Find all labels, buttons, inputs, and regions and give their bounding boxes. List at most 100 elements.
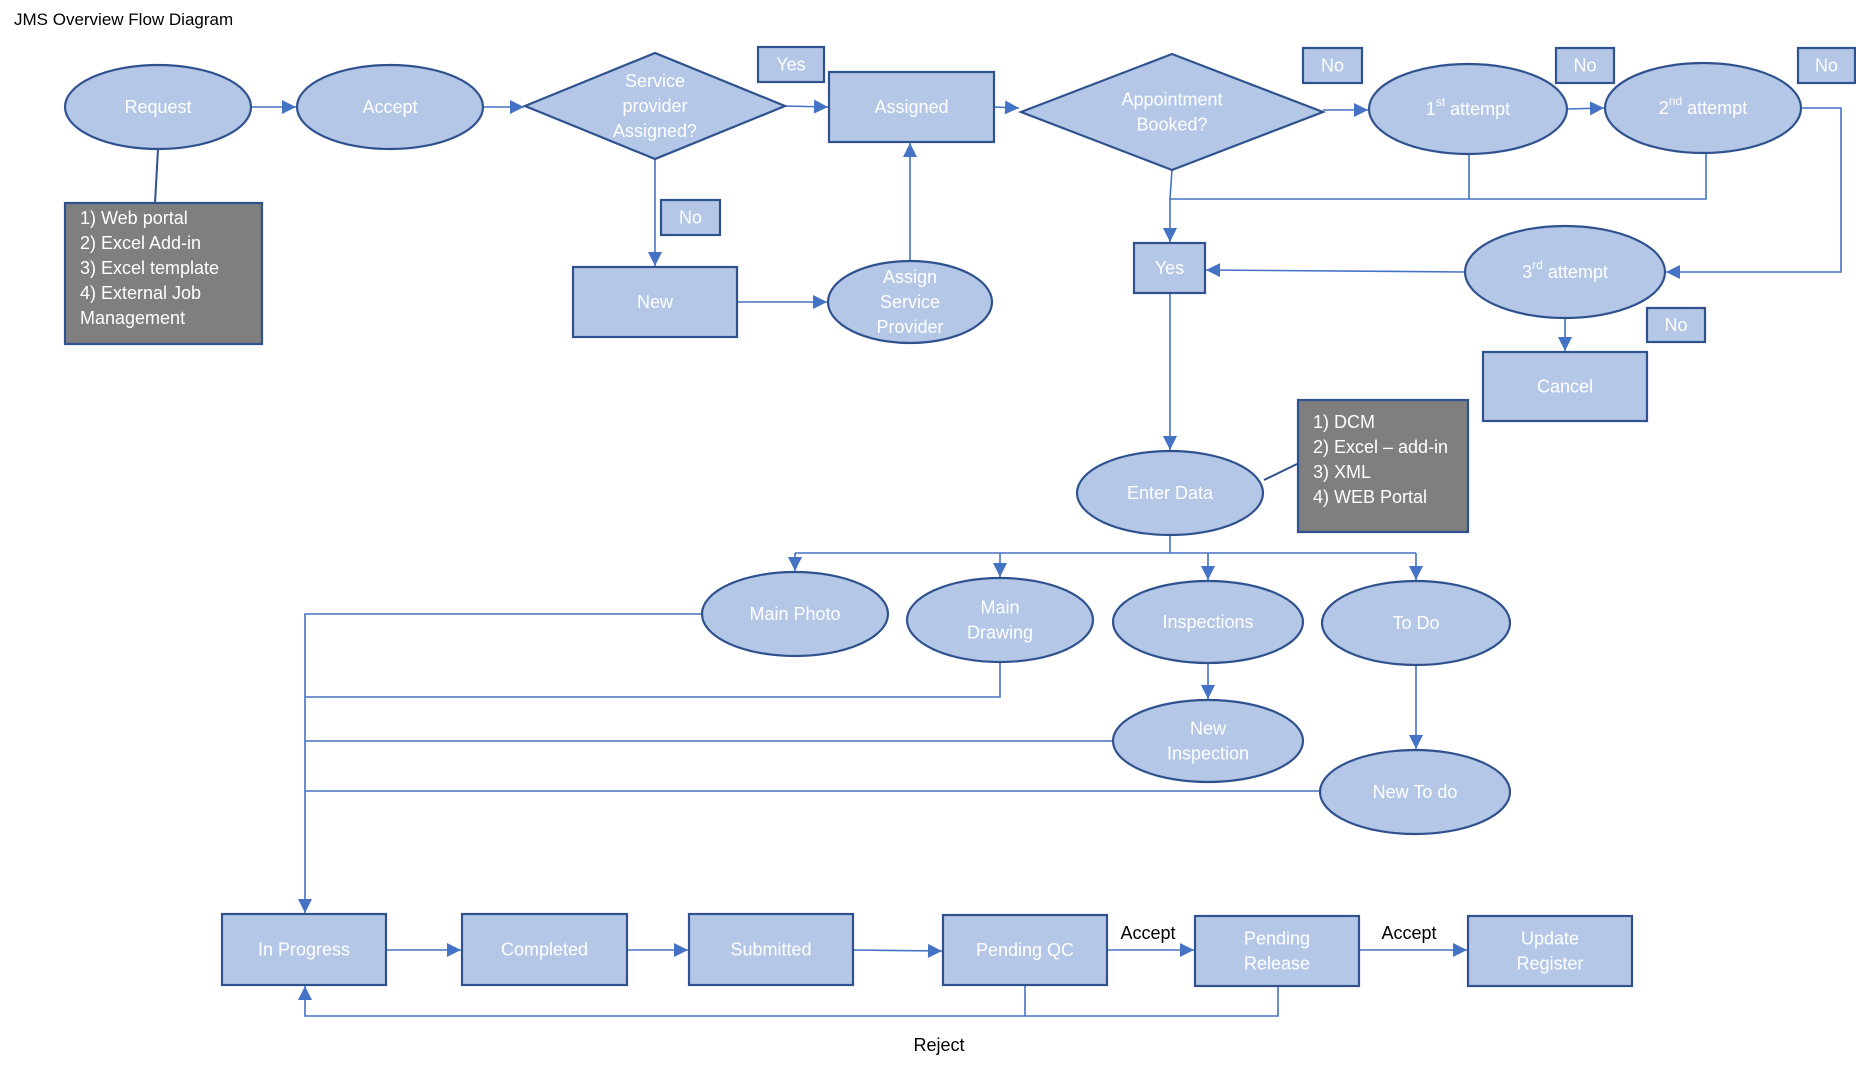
node-enter-data-label: Enter Data bbox=[1127, 483, 1214, 503]
node-in-progress-label: In Progress bbox=[258, 940, 350, 960]
node-sp-yes: Yes bbox=[756, 45, 826, 84]
node-pending-qc-label: Pending QC bbox=[976, 940, 1074, 960]
node-submitted: Submitted bbox=[687, 912, 855, 987]
flow-diagram-canvas: Request Accept Service provider Assigned? Yes… bbox=[63, 45, 1856, 1055]
node-todo-label: To Do bbox=[1392, 613, 1439, 633]
node-attempt2-no: No bbox=[1796, 46, 1856, 85]
node-sp-yes-label: Yes bbox=[776, 55, 805, 75]
node-attempt3-no-label: No bbox=[1664, 315, 1687, 335]
node-pending-release-label: Release bbox=[1244, 954, 1310, 974]
node-new-inspection-shape bbox=[1111, 698, 1305, 784]
connector-request-note bbox=[154, 148, 159, 204]
node-appt-booked-label: Booked? bbox=[1136, 115, 1207, 135]
edge-label-reject: Reject bbox=[913, 1035, 964, 1055]
node-pending-qc: Pending QC bbox=[941, 913, 1109, 987]
node-assign-sp-label: Provider bbox=[876, 317, 943, 337]
node-new: New bbox=[571, 265, 739, 339]
node-yes-mid-label: Yes bbox=[1155, 258, 1184, 278]
node-completed: Completed bbox=[460, 912, 629, 987]
connector-main-drawing-in-progress bbox=[305, 662, 1001, 698]
node-attempt1-no: No bbox=[1554, 46, 1616, 85]
connector-reject-loop bbox=[298, 986, 1279, 1017]
node-new-inspection-label: New bbox=[1190, 719, 1227, 739]
connector-attempt1-attempt2 bbox=[1566, 101, 1605, 116]
node-main-drawing-label: Main bbox=[980, 598, 1019, 618]
node-main-photo: Main Photo bbox=[700, 570, 890, 658]
node-main-photo-label: Main Photo bbox=[749, 604, 840, 624]
node-assigned-label: Assigned bbox=[874, 97, 948, 117]
node-new-inspection-label: Inspection bbox=[1167, 744, 1249, 764]
node-request: Request bbox=[63, 63, 253, 151]
node-new-label: New bbox=[637, 292, 674, 312]
node-new-todo-label: New To do bbox=[1373, 782, 1458, 802]
edge-label-qc-accept: Accept bbox=[1120, 923, 1175, 943]
note-data-entry-line: 4) WEB Portal bbox=[1313, 487, 1427, 507]
node-sp-assigned-label: Assigned? bbox=[613, 121, 697, 141]
node-sp-no-label: No bbox=[679, 208, 702, 228]
node-main-drawing-shape bbox=[905, 576, 1095, 664]
node-assign-sp-label: Assign bbox=[883, 267, 937, 287]
connector-appt-yes bbox=[1163, 169, 1177, 242]
node-yes-mid: Yes bbox=[1132, 241, 1207, 295]
node-pending-release-label: Pending bbox=[1244, 929, 1310, 949]
node-enter-data: Enter Data bbox=[1075, 449, 1265, 537]
node-in-progress: In Progress bbox=[220, 912, 388, 987]
node-cancel: Cancel bbox=[1481, 350, 1649, 423]
node-appt-booked-label: Appointment bbox=[1121, 90, 1222, 110]
note-request-sources-line: 4) External Job bbox=[80, 283, 201, 303]
node-attempt3-no: No bbox=[1645, 306, 1707, 344]
connector-main-photo-in-progress bbox=[298, 613, 702, 913]
node-accept-label: Accept bbox=[362, 97, 417, 117]
note-request-sources-line: 1) Web portal bbox=[80, 208, 188, 228]
node-appt-booked: Appointment Booked? bbox=[1017, 52, 1327, 172]
connector-assigned-appt bbox=[993, 100, 1020, 115]
node-sp-assigned: Service provider Assigned? bbox=[522, 51, 788, 161]
node-sp-no: No bbox=[659, 198, 722, 237]
node-attempt1-no-label: No bbox=[1573, 56, 1596, 76]
node-appt-no: No bbox=[1301, 46, 1364, 85]
connector-attempt1-yes bbox=[1170, 153, 1470, 200]
note-data-entry-line: 3) XML bbox=[1313, 462, 1371, 482]
connector-sp-assigned-yes-assigned bbox=[784, 99, 829, 114]
note-request-sources-line: 2) Excel Add-in bbox=[80, 233, 201, 253]
connector-submitted-pending-qc bbox=[852, 943, 943, 958]
node-assign-sp-label: Service bbox=[880, 292, 940, 312]
node-new-todo: New To do bbox=[1318, 748, 1512, 836]
note-request-sources-line: Management bbox=[80, 308, 185, 328]
node-sp-assigned-label: provider bbox=[622, 96, 687, 116]
note-data-entry-methods: 1) DCM 2) Excel – add-in 3) XML 4) WEB P… bbox=[1296, 398, 1470, 534]
note-data-entry-line: 1) DCM bbox=[1313, 412, 1375, 432]
node-todo: To Do bbox=[1320, 579, 1512, 667]
node-request-label: Request bbox=[124, 97, 191, 117]
node-submitted-label: Submitted bbox=[730, 940, 811, 960]
node-main-drawing-label: Drawing bbox=[967, 623, 1033, 643]
node-assigned: Assigned bbox=[827, 70, 996, 144]
connector-attempt3-yes bbox=[1205, 263, 1466, 278]
node-attempt2-no-label: No bbox=[1815, 56, 1838, 76]
edge-label-release-accept: Accept bbox=[1381, 923, 1436, 943]
node-pending-release: Pending Release bbox=[1193, 914, 1361, 988]
node-sp-assigned-label: Service bbox=[625, 71, 685, 91]
node-pending-release-shape bbox=[1193, 914, 1361, 988]
node-appt-no-label: No bbox=[1321, 56, 1344, 76]
connector-enter-data-note bbox=[1263, 463, 1298, 481]
node-update-register-label: Register bbox=[1516, 954, 1583, 974]
node-cancel-label: Cancel bbox=[1537, 377, 1593, 397]
node-appt-booked-shape bbox=[1017, 52, 1327, 172]
node-main-drawing: Main Drawing bbox=[905, 576, 1095, 664]
node-new-inspection: New Inspection bbox=[1111, 698, 1305, 784]
nodes: Request Accept Service provider Assigned? Yes… bbox=[63, 45, 1856, 988]
note-request-sources-line: 3) Excel template bbox=[80, 258, 219, 278]
node-attempt3: 3rd attempt bbox=[1463, 224, 1667, 320]
node-update-register: Update Register bbox=[1466, 914, 1634, 988]
connector-attempt2-yes bbox=[1469, 153, 1707, 200]
node-inspections-label: Inspections bbox=[1162, 612, 1253, 632]
node-inspections: Inspections bbox=[1111, 579, 1305, 665]
node-update-register-shape bbox=[1466, 914, 1634, 988]
node-attempt1: 1st attempt bbox=[1367, 62, 1569, 156]
node-update-register-label: Update bbox=[1521, 929, 1579, 949]
node-assign-sp: Assign Service Provider bbox=[826, 259, 994, 345]
node-attempt2: 2nd attempt bbox=[1603, 61, 1803, 155]
node-accept: Accept bbox=[295, 63, 485, 151]
node-completed-label: Completed bbox=[501, 940, 588, 960]
